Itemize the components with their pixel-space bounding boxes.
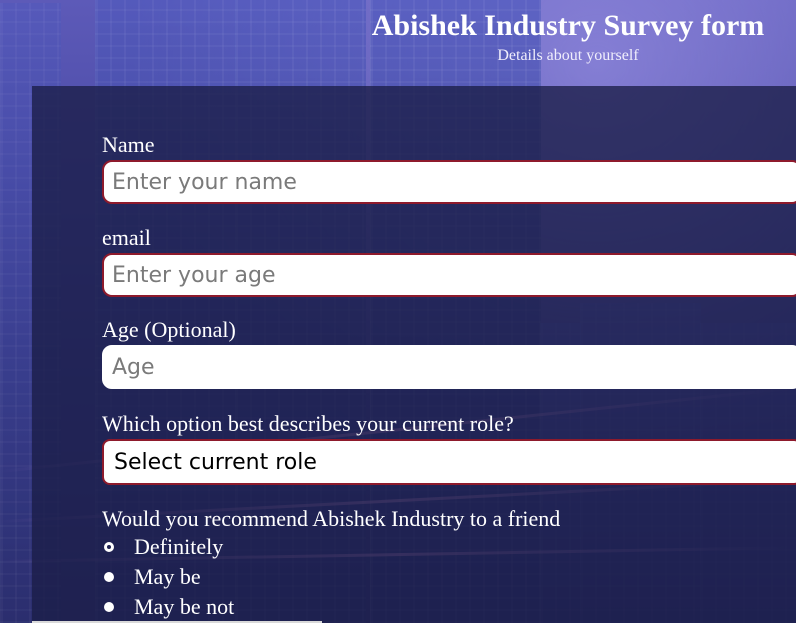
name-label: Name: [102, 132, 155, 157]
name-field-group: Name: [102, 132, 796, 204]
age-field-group: Age (Optional): [102, 317, 796, 389]
age-input[interactable]: [102, 345, 796, 389]
radio-option-definitely[interactable]: Definitely: [102, 532, 796, 562]
radio-button[interactable]: [104, 572, 114, 582]
radio-option-label: Definitely: [134, 534, 224, 559]
email-field-group: email: [102, 225, 796, 297]
radio-option-may-be[interactable]: May be: [102, 562, 796, 592]
email-input[interactable]: [102, 253, 796, 297]
page-subtitle: Details about yourself: [497, 47, 639, 64]
email-label: email: [102, 225, 151, 250]
radio-option-label: May be not: [134, 594, 235, 619]
radio-button[interactable]: [104, 602, 114, 612]
role-label: Which option best describes your current…: [102, 411, 514, 436]
survey-form: Name email Age (Optional) Which option b…: [32, 86, 796, 623]
age-label: Age (Optional): [102, 317, 236, 342]
role-field-group: Which option best describes your current…: [102, 411, 796, 485]
radio-button[interactable]: [104, 542, 114, 552]
radio-option-label: May be: [134, 564, 201, 589]
role-select[interactable]: Select current role: [102, 439, 796, 485]
role-select-value: Select current role: [114, 449, 317, 475]
page-title: Abishek Industry Survey form: [371, 9, 765, 42]
page-header: Abishek Industry Survey form Details abo…: [340, 6, 796, 66]
recommend-radio-group: Would you recommend Abishek Industry to …: [102, 506, 796, 622]
radio-option-may-be-not[interactable]: May be not: [102, 592, 796, 622]
name-input[interactable]: [102, 160, 796, 204]
recommend-label: Would you recommend Abishek Industry to …: [102, 506, 561, 531]
